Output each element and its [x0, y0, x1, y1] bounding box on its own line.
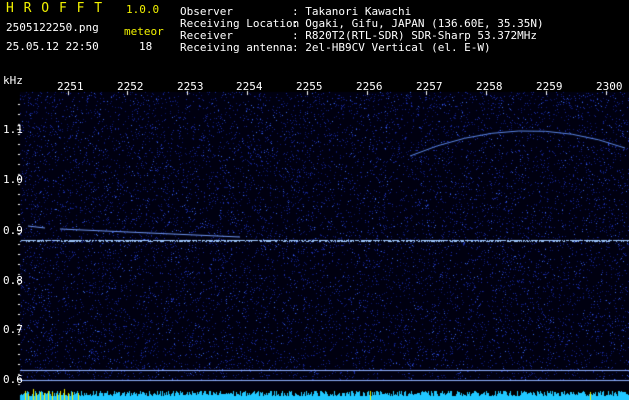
freq-tick-label: 1.1 — [3, 123, 23, 136]
time-tick-label: 2256 — [356, 80, 383, 93]
freq-tick-label: 0.8 — [3, 274, 23, 287]
time-tick-label: 2252 — [117, 80, 144, 93]
freq-tick-label: 0.7 — [3, 323, 23, 336]
meteor-count-label: meteor — [124, 25, 164, 38]
time-tick-label: 2251 — [57, 80, 84, 93]
freq-tick-label: 0.6 — [3, 373, 23, 386]
time-tick-label: 2258 — [476, 80, 503, 93]
time-tick-label: 2253 — [177, 80, 204, 93]
spectrogram-canvas — [0, 0, 629, 400]
time-tick-label: 2255 — [296, 80, 323, 93]
freq-tick-label: 1.0 — [3, 173, 23, 186]
meteor-count-value: 18 — [139, 40, 153, 53]
time-tick-label: 2300 — [596, 80, 623, 93]
freq-tick-label: 0.9 — [3, 224, 23, 237]
khz-unit-label: kHz — [3, 74, 23, 87]
time-tick-label: 2259 — [536, 80, 563, 93]
datetime-label: 25.05.12 22:50 — [6, 40, 99, 53]
filename-label: 2505122250.png — [6, 21, 99, 34]
info-label-antenna: Receiving antenna — [180, 41, 293, 54]
time-tick-label: 2254 — [236, 80, 263, 93]
time-tick-label: 2257 — [416, 80, 443, 93]
app-title: H R O F F T — [6, 1, 104, 16]
app-version: 1.0.0 — [126, 3, 160, 16]
info-value-antenna: : 2el-HB9CV Vertical (el. E-W) — [292, 41, 491, 54]
